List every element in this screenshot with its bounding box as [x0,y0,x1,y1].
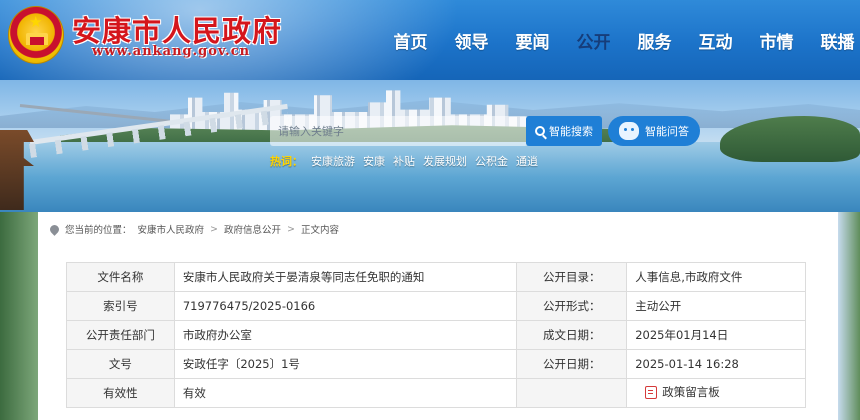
label-written-date: 成文日期： [516,320,628,350]
breadcrumb: 您当前的位置： 安康市人民政府 > 政府信息公开 > 正文内容 [48,222,339,236]
label-catalog: 公开目录： [516,262,628,292]
value-catalog: 人事信息,市政府文件 [626,262,806,292]
smart-qa-label: 智能问答 [645,125,689,138]
site-url[interactable]: www.ankang.gov.cn [92,44,250,59]
value-index-number: 719776475/2025-0166 [173,291,518,321]
breadcrumb-home[interactable]: 安康市人民政府 [138,222,205,236]
breadcrumb-current: 正文内容 [300,225,339,236]
main-nav: 首页 领导 要闻 公开 服务 互动 市情 联播 [380,28,860,53]
policy-message-board-label: 政策留言板 [662,385,720,400]
national-emblem-icon[interactable]: ★ [8,6,64,64]
smart-search-label: 智能搜索 [549,125,593,138]
table-row: 文号 安政任字〔2025〕1号 公开日期： 2025-01-14 16:28 [66,349,806,379]
smart-qa-button[interactable]: 智能问答 [608,116,700,146]
search-icon [535,126,545,136]
board-cell: 政策留言板 [626,378,806,408]
label-index-number: 索引号 [66,291,175,321]
hot-word-item[interactable]: 发展规划 [423,153,467,169]
value-publish-form: 主动公开 [626,291,806,321]
background-forest [0,212,38,420]
message-board-icon [645,385,658,399]
nav-interaction[interactable]: 互动 [685,28,746,53]
emblem-star: ★ [29,13,43,31]
site-header: ★ 安康市人民政府 www.ankang.gov.cn 首页 领导 要闻 公开 … [0,0,860,80]
hot-word-item[interactable]: 安康 [363,153,385,169]
nav-leaders[interactable]: 领导 [441,28,502,53]
value-doc-name: 安康市人民政府关于晏清泉等同志任免职的通知 [173,262,518,292]
label-doc-name: 文件名称 [66,262,175,292]
value-department: 市政府办公室 [173,320,518,350]
breadcrumb-public-info[interactable]: 政府信息公开 [224,222,281,236]
breadcrumb-separator: > [287,223,295,235]
hot-word-item[interactable]: 通逍 [516,153,538,169]
label-validity: 有效性 [66,378,175,408]
nav-broadcast[interactable]: 联播 [807,28,860,53]
city-banner [0,80,860,212]
value-publish-date: 2025-01-14 16:28 [626,349,806,379]
nav-public-info[interactable]: 公开 [563,28,624,53]
nav-news[interactable]: 要闻 [502,28,563,53]
label-department: 公开责任部门 [66,320,175,350]
nav-city-info[interactable]: 市情 [746,28,807,53]
breadcrumb-prefix: 您当前的位置： [65,225,132,236]
background-right [838,212,860,420]
breadcrumb-separator: > [210,223,218,235]
nav-services[interactable]: 服务 [624,28,685,53]
value-validity: 有效 [173,378,518,408]
search-input[interactable] [270,116,528,146]
hot-word-item[interactable]: 公积金 [475,153,508,169]
hot-word-item[interactable]: 补贴 [393,153,415,169]
policy-message-board-button[interactable]: 政策留言板 [645,384,720,400]
emblem-gate [26,33,48,45]
table-row: 公开责任部门 市政府办公室 成文日期： 2025年01月14日 [66,320,806,350]
hot-words: 热词： 安康旅游 安康 补贴 发展规划 公积金 通逍 [270,153,538,169]
location-pin-icon [48,222,61,236]
smart-search-button[interactable]: 智能搜索 [526,116,602,146]
table-row: 文件名称 安康市人民政府关于晏清泉等同志任免职的通知 公开目录： 人事信息,市政… [66,262,806,292]
nav-home[interactable]: 首页 [380,28,441,53]
content-panel: 您当前的位置： 安康市人民政府 > 政府信息公开 > 正文内容 文件名称 安康市… [38,212,838,420]
empty-cell [516,378,628,408]
robot-icon [619,122,639,140]
table-row: 索引号 719776475/2025-0166 公开形式： 主动公开 [66,291,806,321]
hot-words-label: 热词： [270,155,303,168]
document-info-table: 文件名称 安康市人民政府关于晏清泉等同志任免职的通知 公开目录： 人事信息,市政… [66,262,806,408]
label-publish-form: 公开形式： [516,291,628,321]
value-written-date: 2025年01月14日 [626,320,806,350]
label-doc-number: 文号 [66,349,175,379]
label-publish-date: 公开日期： [516,349,628,379]
table-row: 有效性 有效 政策留言板 [66,378,806,408]
hot-word-item[interactable]: 安康旅游 [311,153,355,169]
value-doc-number: 安政任字〔2025〕1号 [173,349,518,379]
